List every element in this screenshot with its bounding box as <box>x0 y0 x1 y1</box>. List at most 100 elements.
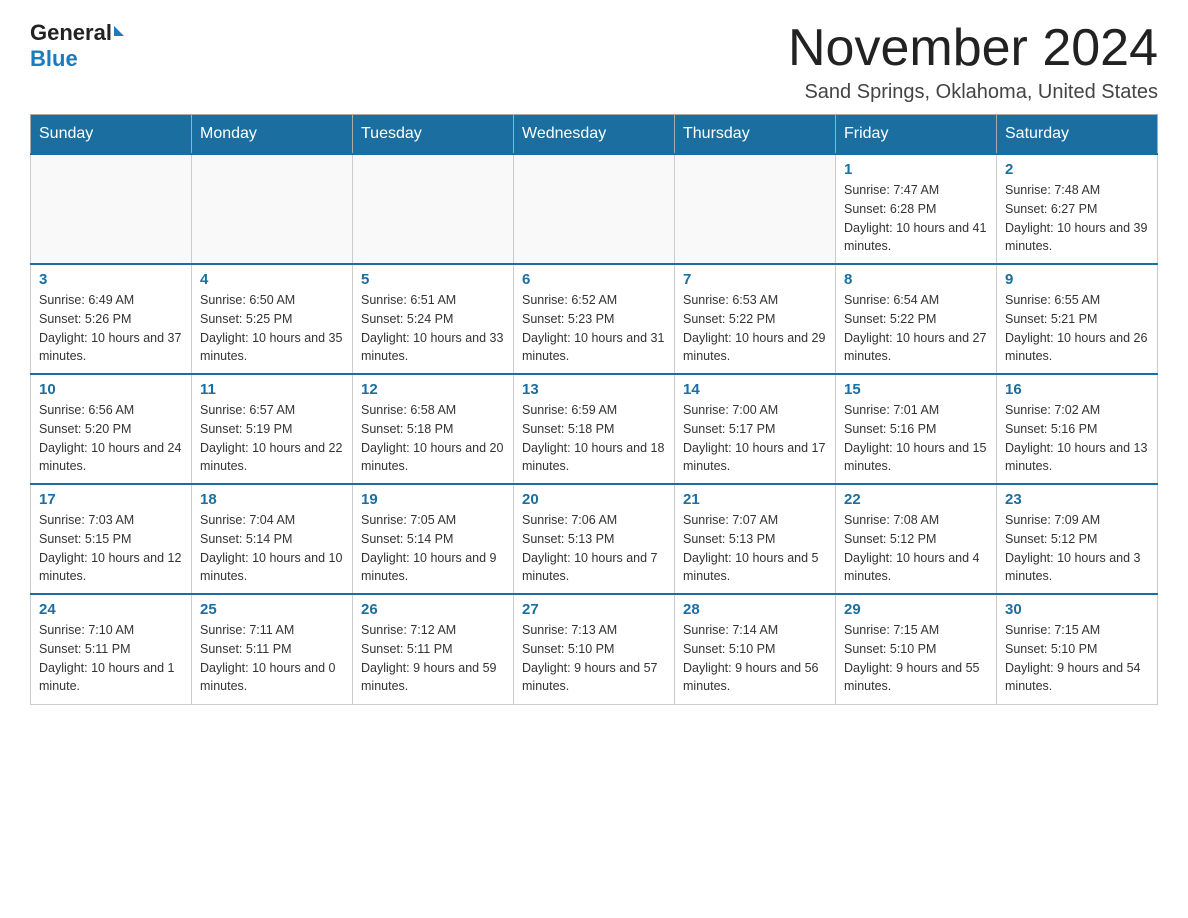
calendar-cell: 29 Sunrise: 7:15 AMSunset: 5:10 PMDayligh… <box>836 594 997 704</box>
calendar-cell: 2 Sunrise: 7:48 AMSunset: 6:27 PMDaylight… <box>997 154 1158 264</box>
weekday-header-saturday: Saturday <box>997 115 1158 155</box>
sun-info: Sunrise: 7:04 AMSunset: 5:14 PMDaylight:… <box>200 511 344 586</box>
sun-info: Sunrise: 7:05 AMSunset: 5:14 PMDaylight:… <box>361 511 505 586</box>
day-number: 1 <box>844 161 988 178</box>
day-number: 9 <box>1005 271 1149 288</box>
calendar-cell: 21Sunrise: 7:07 AMSunset: 5:13 PMDayligh… <box>675 484 836 594</box>
week-row-1: 1 Sunrise: 7:47 AMSunset: 6:28 PMDaylight… <box>31 154 1158 264</box>
calendar-cell: 19 Sunrise: 7:05 AMSunset: 5:14 PMDayligh… <box>353 484 514 594</box>
calendar-cell: 20Sunrise: 7:06 AMSunset: 5:13 PMDayligh… <box>514 484 675 594</box>
week-row-5: 24 Sunrise: 7:10 AMSunset: 5:11 PMDayligh… <box>31 594 1158 704</box>
weekday-header-tuesday: Tuesday <box>353 115 514 155</box>
calendar-cell: 24 Sunrise: 7:10 AMSunset: 5:11 PMDayligh… <box>31 594 192 704</box>
sun-info: Sunrise: 7:48 AMSunset: 6:27 PMDaylight:… <box>1005 181 1149 256</box>
calendar-cell: 18 Sunrise: 7:04 AMSunset: 5:14 PMDayligh… <box>192 484 353 594</box>
calendar-cell: 27 Sunrise: 7:13 AMSunset: 5:10 PMDayligh… <box>514 594 675 704</box>
weekday-header-thursday: Thursday <box>675 115 836 155</box>
calendar-cell: 1 Sunrise: 7:47 AMSunset: 6:28 PMDaylight… <box>836 154 997 264</box>
sun-info: Sunrise: 7:03 AMSunset: 5:15 PMDaylight:… <box>39 511 183 586</box>
sun-info: Sunrise: 6:51 AMSunset: 5:24 PMDaylight:… <box>361 291 505 366</box>
calendar-cell <box>192 154 353 264</box>
logo: General Blue <box>30 20 124 72</box>
day-number: 14 <box>683 381 827 398</box>
day-number: 24 <box>39 601 183 618</box>
sun-info: Sunrise: 6:57 AMSunset: 5:19 PMDaylight:… <box>200 401 344 476</box>
day-number: 16 <box>1005 381 1149 398</box>
sun-info: Sunrise: 7:01 AMSunset: 5:16 PMDaylight:… <box>844 401 988 476</box>
logo-blue: Blue <box>30 46 124 72</box>
calendar-cell: 11Sunrise: 6:57 AMSunset: 5:19 PMDayligh… <box>192 374 353 484</box>
calendar-cell: 3 Sunrise: 6:49 AMSunset: 5:26 PMDaylight… <box>31 264 192 374</box>
sun-info: Sunrise: 6:50 AMSunset: 5:25 PMDaylight:… <box>200 291 344 366</box>
calendar-cell: 25 Sunrise: 7:11 AMSunset: 5:11 PMDayligh… <box>192 594 353 704</box>
calendar-cell: 23Sunrise: 7:09 AMSunset: 5:12 PMDayligh… <box>997 484 1158 594</box>
day-number: 18 <box>200 491 344 508</box>
calendar-cell <box>353 154 514 264</box>
sun-info: Sunrise: 7:07 AMSunset: 5:13 PMDaylight:… <box>683 511 827 586</box>
logo-arrow-icon <box>114 26 124 36</box>
sun-info: Sunrise: 7:11 AMSunset: 5:11 PMDaylight:… <box>200 621 344 696</box>
calendar-cell: 28Sunrise: 7:14 AMSunset: 5:10 PMDayligh… <box>675 594 836 704</box>
day-number: 25 <box>200 601 344 618</box>
day-number: 4 <box>200 271 344 288</box>
calendar-cell: 5Sunrise: 6:51 AMSunset: 5:24 PMDaylight… <box>353 264 514 374</box>
calendar-cell <box>675 154 836 264</box>
day-number: 20 <box>522 491 666 508</box>
month-title: November 2024 <box>788 20 1158 77</box>
week-row-4: 17 Sunrise: 7:03 AMSunset: 5:15 PMDayligh… <box>31 484 1158 594</box>
calendar-cell: 26 Sunrise: 7:12 AMSunset: 5:11 PMDayligh… <box>353 594 514 704</box>
day-number: 12 <box>361 381 505 398</box>
calendar-cell: 22Sunrise: 7:08 AMSunset: 5:12 PMDayligh… <box>836 484 997 594</box>
location: Sand Springs, Oklahoma, United States <box>788 81 1158 104</box>
sun-info: Sunrise: 6:49 AMSunset: 5:26 PMDaylight:… <box>39 291 183 366</box>
day-number: 19 <box>361 491 505 508</box>
sun-info: Sunrise: 7:15 AMSunset: 5:10 PMDaylight:… <box>1005 621 1149 696</box>
sun-info: Sunrise: 7:15 AMSunset: 5:10 PMDaylight:… <box>844 621 988 696</box>
sun-info: Sunrise: 6:58 AMSunset: 5:18 PMDaylight:… <box>361 401 505 476</box>
day-number: 30 <box>1005 601 1149 618</box>
day-number: 26 <box>361 601 505 618</box>
calendar-cell: 16 Sunrise: 7:02 AMSunset: 5:16 PMDayligh… <box>997 374 1158 484</box>
sun-info: Sunrise: 7:12 AMSunset: 5:11 PMDaylight:… <box>361 621 505 696</box>
sun-info: Sunrise: 6:54 AMSunset: 5:22 PMDaylight:… <box>844 291 988 366</box>
day-number: 3 <box>39 271 183 288</box>
day-number: 15 <box>844 381 988 398</box>
sun-info: Sunrise: 6:52 AMSunset: 5:23 PMDaylight:… <box>522 291 666 366</box>
sun-info: Sunrise: 7:02 AMSunset: 5:16 PMDaylight:… <box>1005 401 1149 476</box>
calendar-cell <box>31 154 192 264</box>
calendar-cell: 6 Sunrise: 6:52 AMSunset: 5:23 PMDaylight… <box>514 264 675 374</box>
day-number: 27 <box>522 601 666 618</box>
day-number: 23 <box>1005 491 1149 508</box>
day-number: 17 <box>39 491 183 508</box>
day-number: 10 <box>39 381 183 398</box>
calendar-cell: 10Sunrise: 6:56 AMSunset: 5:20 PMDayligh… <box>31 374 192 484</box>
calendar-table: SundayMondayTuesdayWednesdayThursdayFrid… <box>30 114 1158 705</box>
calendar-cell: 7Sunrise: 6:53 AMSunset: 5:22 PMDaylight… <box>675 264 836 374</box>
calendar-cell: 14 Sunrise: 7:00 AMSunset: 5:17 PMDayligh… <box>675 374 836 484</box>
day-number: 6 <box>522 271 666 288</box>
weekday-header-monday: Monday <box>192 115 353 155</box>
calendar-cell: 30 Sunrise: 7:15 AMSunset: 5:10 PMDayligh… <box>997 594 1158 704</box>
day-number: 13 <box>522 381 666 398</box>
sun-info: Sunrise: 7:47 AMSunset: 6:28 PMDaylight:… <box>844 181 988 256</box>
week-row-2: 3 Sunrise: 6:49 AMSunset: 5:26 PMDaylight… <box>31 264 1158 374</box>
sun-info: Sunrise: 6:55 AMSunset: 5:21 PMDaylight:… <box>1005 291 1149 366</box>
sun-info: Sunrise: 6:59 AMSunset: 5:18 PMDaylight:… <box>522 401 666 476</box>
sun-info: Sunrise: 7:10 AMSunset: 5:11 PMDaylight:… <box>39 621 183 696</box>
calendar-cell: 4 Sunrise: 6:50 AMSunset: 5:25 PMDaylight… <box>192 264 353 374</box>
day-number: 2 <box>1005 161 1149 178</box>
logo-general: General <box>30 20 112 46</box>
sun-info: Sunrise: 7:13 AMSunset: 5:10 PMDaylight:… <box>522 621 666 696</box>
sun-info: Sunrise: 7:14 AMSunset: 5:10 PMDaylight:… <box>683 621 827 696</box>
page-header: General Blue November 2024 Sand Springs,… <box>30 20 1158 104</box>
weekday-header-friday: Friday <box>836 115 997 155</box>
sun-info: Sunrise: 7:00 AMSunset: 5:17 PMDaylight:… <box>683 401 827 476</box>
day-number: 29 <box>844 601 988 618</box>
calendar-cell: 8 Sunrise: 6:54 AMSunset: 5:22 PMDaylight… <box>836 264 997 374</box>
sun-info: Sunrise: 7:08 AMSunset: 5:12 PMDaylight:… <box>844 511 988 586</box>
day-number: 8 <box>844 271 988 288</box>
calendar-cell: 9 Sunrise: 6:55 AMSunset: 5:21 PMDaylight… <box>997 264 1158 374</box>
weekday-header-row: SundayMondayTuesdayWednesdayThursdayFrid… <box>31 115 1158 155</box>
weekday-header-wednesday: Wednesday <box>514 115 675 155</box>
day-number: 7 <box>683 271 827 288</box>
